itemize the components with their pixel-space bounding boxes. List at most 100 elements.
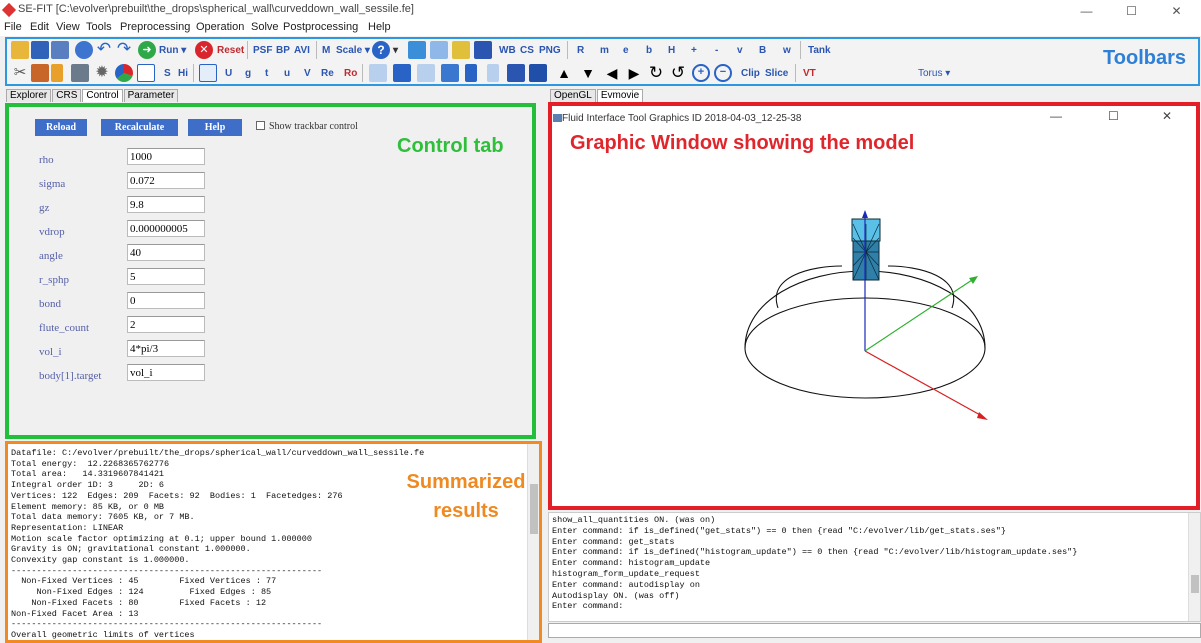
view-bottom-icon[interactable] xyxy=(487,64,499,82)
e-button[interactable]: e xyxy=(623,45,629,56)
cube-icon[interactable] xyxy=(529,64,547,82)
reset-button[interactable]: Reset xyxy=(217,45,244,56)
tab-parameter[interactable]: Parameter xyxy=(123,89,179,102)
gear-icon[interactable]: ✹ xyxy=(93,64,111,82)
pie-chart-icon[interactable] xyxy=(115,64,133,82)
tools-icon[interactable] xyxy=(31,64,49,82)
u-lower-button[interactable]: u xyxy=(284,68,290,79)
mesh-icon[interactable] xyxy=(408,41,426,59)
plus-button[interactable]: + xyxy=(691,45,697,56)
g-button[interactable]: g xyxy=(245,68,251,79)
camera-icon[interactable] xyxy=(474,41,492,59)
reset-icon[interactable]: ✕ xyxy=(195,41,213,59)
zoom-in-icon[interactable]: + xyxy=(692,64,710,82)
m-button[interactable]: M xyxy=(322,45,330,56)
scissors-icon[interactable]: ✂ xyxy=(11,64,29,82)
hi-button[interactable]: Hi xyxy=(178,68,188,79)
summary-scrollbar[interactable] xyxy=(527,444,539,640)
undo-icon[interactable]: ↶ xyxy=(95,40,113,59)
slice-button[interactable]: Slice xyxy=(765,68,788,79)
param-input-angle[interactable]: 40 xyxy=(127,244,205,261)
scale-dropdown[interactable]: Scale ▾ xyxy=(336,45,370,56)
menu-file[interactable]: File xyxy=(4,21,22,33)
menu-help[interactable]: Help xyxy=(368,21,391,33)
command-input[interactable] xyxy=(548,623,1201,638)
rotate-ccw-icon[interactable]: ↺ xyxy=(669,64,687,82)
menu-operation[interactable]: Operation xyxy=(196,21,244,33)
tank-button[interactable]: Tank xyxy=(808,45,831,56)
view-iso-icon[interactable] xyxy=(507,64,525,82)
close-button[interactable]: ✕ xyxy=(1154,0,1199,20)
wb-button[interactable]: WB xyxy=(499,45,516,56)
show-trackbar-checkbox[interactable]: Show trackbar control xyxy=(256,121,358,132)
tab-evmovie[interactable]: Evmovie xyxy=(596,89,644,102)
cs-button[interactable]: CS xyxy=(520,45,534,56)
table-icon[interactable] xyxy=(71,64,89,82)
rotate-right-icon[interactable]: ▶ xyxy=(625,64,643,82)
u-button[interactable]: U xyxy=(225,68,232,79)
minimize-button[interactable]: — xyxy=(1064,0,1109,20)
measure-icon[interactable] xyxy=(51,64,63,82)
refresh-icon[interactable] xyxy=(75,41,93,59)
v-upper-button[interactable]: V xyxy=(304,68,311,79)
param-input-r-sphp[interactable]: 5 xyxy=(127,268,205,285)
window-icon[interactable] xyxy=(430,41,448,59)
scrollbar-thumb[interactable] xyxy=(530,484,538,534)
redo-icon[interactable]: ↷ xyxy=(115,40,133,59)
rotate-cw-icon[interactable]: ↻ xyxy=(647,64,665,82)
run-button[interactable]: Run ▾ xyxy=(159,45,186,56)
param-input-body-target[interactable]: vol_i xyxy=(127,364,205,381)
document-icon[interactable] xyxy=(199,64,217,82)
param-input-rho[interactable]: 1000 xyxy=(127,148,205,165)
param-input-gz[interactable]: 9.8 xyxy=(127,196,205,213)
rotate-down-icon[interactable]: ▼ xyxy=(579,64,597,82)
h-button[interactable]: H xyxy=(668,45,675,56)
zoom-out-icon[interactable]: − xyxy=(714,64,732,82)
ro-button[interactable]: Ro xyxy=(344,68,357,79)
b-button[interactable]: b xyxy=(646,45,652,56)
b-upper-button[interactable]: B xyxy=(759,45,766,56)
tab-opengl[interactable]: OpenGL xyxy=(550,89,596,102)
recalculate-button[interactable]: Recalculate xyxy=(101,119,178,136)
r-button[interactable]: R xyxy=(577,45,584,56)
avi-button[interactable]: AVI xyxy=(294,45,310,56)
run-icon[interactable]: ➜ xyxy=(138,41,156,59)
param-input-vol-i[interactable]: 4*pi/3 xyxy=(127,340,205,357)
param-input-vdrop[interactable]: 0.000000005 xyxy=(127,220,205,237)
menu-preprocessing[interactable]: Preprocessing xyxy=(120,21,190,33)
view-front-icon[interactable] xyxy=(369,64,387,82)
grid-icon[interactable] xyxy=(452,41,470,59)
help-button[interactable]: Help xyxy=(188,119,242,136)
param-input-bond[interactable]: 0 xyxy=(127,292,205,309)
view-right-icon[interactable] xyxy=(441,64,459,82)
menu-edit[interactable]: Edit xyxy=(30,21,49,33)
torus-dropdown[interactable]: Torus ▾ xyxy=(918,68,950,79)
help-icon[interactable]: ? xyxy=(372,41,390,59)
re-button[interactable]: Re xyxy=(321,68,334,79)
rotate-up-icon[interactable]: ▲ xyxy=(555,64,573,82)
tab-crs[interactable]: CRS xyxy=(52,89,82,102)
clip-button[interactable]: Clip xyxy=(741,68,760,79)
checkbox-box[interactable] xyxy=(256,121,265,130)
maximize-button[interactable]: ☐ xyxy=(1109,0,1154,20)
m-lower-button[interactable]: m xyxy=(600,45,609,56)
w-button[interactable]: w xyxy=(783,45,791,56)
view-top-icon[interactable] xyxy=(465,64,477,82)
blank-icon[interactable] xyxy=(137,64,155,82)
view-left-icon[interactable] xyxy=(417,64,435,82)
model-viewport[interactable] xyxy=(552,106,1196,506)
menu-postprocessing[interactable]: Postprocessing xyxy=(283,21,358,33)
minus-button[interactable]: - xyxy=(715,45,718,56)
bp-button[interactable]: BP xyxy=(276,45,290,56)
v-button[interactable]: v xyxy=(737,45,743,56)
help-dropdown-arrow[interactable]: ▾ xyxy=(393,45,398,56)
t-button[interactable]: t xyxy=(265,68,268,79)
tab-control[interactable]: Control xyxy=(82,89,123,102)
menu-tools[interactable]: Tools xyxy=(86,21,112,33)
psf-button[interactable]: PSF xyxy=(253,45,272,56)
console-scrollbar[interactable] xyxy=(1188,513,1200,621)
open-icon[interactable] xyxy=(11,41,29,59)
s-button[interactable]: S xyxy=(164,68,171,79)
tab-explorer[interactable]: Explorer xyxy=(6,89,52,102)
reload-button[interactable]: Reload xyxy=(35,119,87,136)
